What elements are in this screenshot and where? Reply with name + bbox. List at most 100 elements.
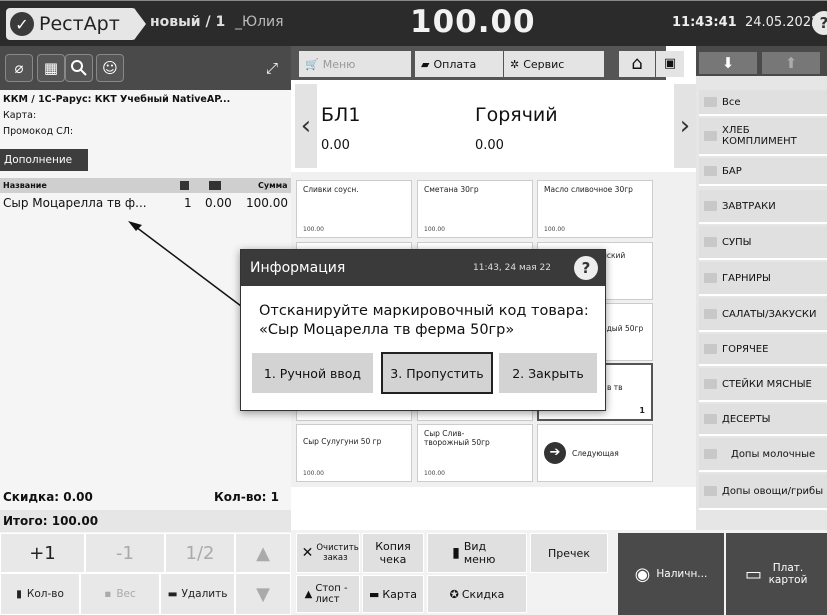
product-tile[interactable]: Сливки соусн. 100.00: [296, 180, 412, 238]
scroll-down-button[interactable]: ⬇: [699, 52, 757, 74]
calculator-icon[interactable]: ▦: [37, 54, 65, 82]
sidebar-item-label: Допы молочные: [731, 448, 816, 460]
x-icon: ✕: [301, 545, 314, 561]
discount-summary: Скидка: 0.00: [3, 490, 93, 504]
weight-label: Вес: [116, 588, 136, 600]
folder-icon: [704, 97, 717, 107]
up-arrow-button[interactable]: ▲: [235, 533, 291, 573]
expand-icon[interactable]: ⤢: [258, 54, 286, 82]
cash-button[interactable]: ◉ Наличн...: [618, 533, 724, 615]
manual-input-button[interactable]: 1. Ручной ввод: [252, 353, 373, 393]
clear-order-button[interactable]: ✕ Очистить заказ: [296, 533, 360, 573]
product-qty-partial: 1: [639, 406, 645, 415]
card-icon: ▬: [368, 587, 380, 601]
dialog-message: Отсканируйте маркировочный код товара: «…: [259, 303, 589, 338]
sidebar-item-label: САЛАТЫ/ЗАКУСКИ: [722, 308, 817, 320]
product-tile[interactable]: Сыр Слив-творожный 50гр 100.00: [417, 424, 533, 482]
down-arrow-button[interactable]: ▼: [235, 573, 291, 615]
info-dialog: Информация 11:43, 24 мая 22 ? Отсканируй…: [240, 249, 606, 411]
sidebar-item-bread[interactable]: ХЛЕБ КОМПЛИМЕНТ: [699, 118, 827, 156]
menu-view-button[interactable]: ▮ Вид меню: [427, 533, 527, 573]
product-name-partial: одый 50гр: [602, 324, 644, 333]
next-page-tile[interactable]: ➔ Следующая: [537, 424, 653, 482]
tab-payment[interactable]: ▰ Оплата: [415, 51, 503, 77]
product-name-partial: в тв: [607, 383, 623, 392]
scroll-up-button[interactable]: ⬆: [762, 52, 820, 74]
app-name: РестАрт: [39, 13, 120, 35]
plus-one-button[interactable]: +1: [0, 533, 85, 573]
sidebar-item-steaks[interactable]: СТЕЙКИ МЯСНЫЕ: [699, 368, 827, 402]
product-price: 100.00: [303, 226, 324, 233]
minus-one-button[interactable]: -1: [85, 533, 165, 573]
category-bl1[interactable]: БЛ1 0.00: [317, 90, 467, 164]
row-discount: 0.00: [205, 196, 232, 210]
close-button[interactable]: 2. Закрыть: [499, 353, 597, 393]
next-arrow-icon: ➔: [544, 442, 566, 464]
next-category-arrow[interactable]: ›: [674, 84, 696, 168]
sidebar-item-label: СТЕЙКИ МЯСНЫЕ: [722, 378, 812, 390]
product-tile[interactable]: Сыр Сулугуни 50 гр 100.00: [296, 424, 412, 482]
order-number: новый / 1: [150, 14, 226, 30]
precheck-button[interactable]: Пречек: [530, 533, 608, 573]
sidebar-item-bar[interactable]: БАР: [699, 158, 827, 186]
sidebar-item-label: ГАРНИРЫ: [722, 272, 771, 284]
order-table-header: Название Сумма: [0, 178, 291, 193]
sidebar-item-breakfast[interactable]: ЗАВТРАКИ: [699, 190, 827, 224]
product-tile[interactable]: Сметана 30гр 100.00: [417, 180, 533, 238]
sidebar-item-soups[interactable]: СУПЫ: [699, 226, 827, 260]
cash-label: Наличн...: [656, 568, 708, 580]
sidebar-item-dairy[interactable]: Допы молочные: [699, 438, 827, 472]
category-hot[interactable]: Горячий 0.00: [471, 90, 621, 164]
calendar-icon[interactable]: ▣: [656, 51, 684, 77]
product-name: Сыр Слив-творожный 50гр: [424, 429, 490, 447]
half-button[interactable]: 1/2: [165, 533, 235, 573]
search-icon[interactable]: [65, 54, 93, 82]
discount-col-icon: [209, 181, 221, 190]
card-line: Карта:: [3, 110, 37, 121]
stop-list-label: Стоп - лист: [315, 583, 348, 605]
sidebar-item-salads[interactable]: САЛАТЫ/ЗАКУСКИ: [699, 298, 827, 332]
weight-button[interactable]: ▪ Вес: [80, 573, 160, 615]
sidebar-item-hot[interactable]: ГОРЯЧЕЕ: [699, 334, 827, 366]
sidebar-item-label: Все: [722, 96, 741, 108]
folder-icon: [704, 379, 717, 389]
sidebar-item-veg[interactable]: Допы овощи/грибы: [699, 474, 827, 510]
sidebar-item-desserts[interactable]: ДЕСЕРТЫ: [699, 404, 827, 436]
skip-button[interactable]: 3. Пропустить: [381, 352, 493, 394]
precheck-label: Пречек: [548, 546, 590, 560]
product-name: Масло сливочное 30гр: [544, 185, 633, 194]
guests-icon[interactable]: ☺: [96, 54, 124, 82]
qty-button[interactable]: ▮ Кол-во: [0, 573, 80, 615]
row-qty: 1: [184, 196, 192, 210]
folder-icon: [704, 309, 717, 319]
logo-icon: ✓: [10, 12, 34, 36]
product-name: Сыр Сулугуни 50 гр: [303, 437, 382, 446]
tab-service[interactable]: ✲ Сервис: [504, 51, 604, 77]
tab-menu[interactable]: 🛒 Меню: [299, 51, 411, 77]
product-price: 100.00: [544, 226, 565, 233]
qty-col-icon: [180, 181, 189, 190]
product-tile[interactable]: Масло сливочное 30гр 100.00: [537, 180, 653, 238]
table-row[interactable]: Сыр Моцарелла тв ф... 1 0.00 100.00: [0, 193, 291, 213]
dialog-time: 11:43, 24 мая 22: [473, 263, 552, 273]
sidebar-item-sides[interactable]: ГАРНИРЫ: [699, 262, 827, 296]
total-summary: Итого: 100.00: [0, 510, 291, 532]
sidebar-item-all[interactable]: Все: [699, 90, 827, 116]
discount-button[interactable]: ✪ Скидка: [427, 575, 527, 613]
prev-category-arrow[interactable]: ‹: [295, 84, 317, 168]
stop-list-button[interactable]: ▲ Стоп - лист: [296, 575, 360, 613]
discount-tag-icon[interactable]: ⌀: [5, 54, 33, 82]
dialog-help-icon[interactable]: ?: [574, 256, 598, 280]
percent-icon: ✪: [449, 587, 459, 601]
card-pay-button[interactable]: ▭ Плат. картой: [726, 533, 827, 615]
delete-button[interactable]: ▬ Удалить: [160, 573, 235, 615]
extra-button[interactable]: Дополнение: [0, 149, 88, 171]
card-button[interactable]: ▬ Карта: [362, 575, 424, 613]
order-info: новый / 1 _Юлия: [150, 14, 284, 30]
coins-icon: ◉: [634, 563, 651, 585]
app-logo[interactable]: ✓ РестАрт: [6, 8, 136, 40]
copy-check-button[interactable]: Копия чека: [362, 533, 424, 573]
home-icon[interactable]: ⌂: [619, 51, 655, 77]
gear-icon: ✲: [510, 57, 520, 71]
cart-icon: 🛒: [305, 57, 319, 71]
